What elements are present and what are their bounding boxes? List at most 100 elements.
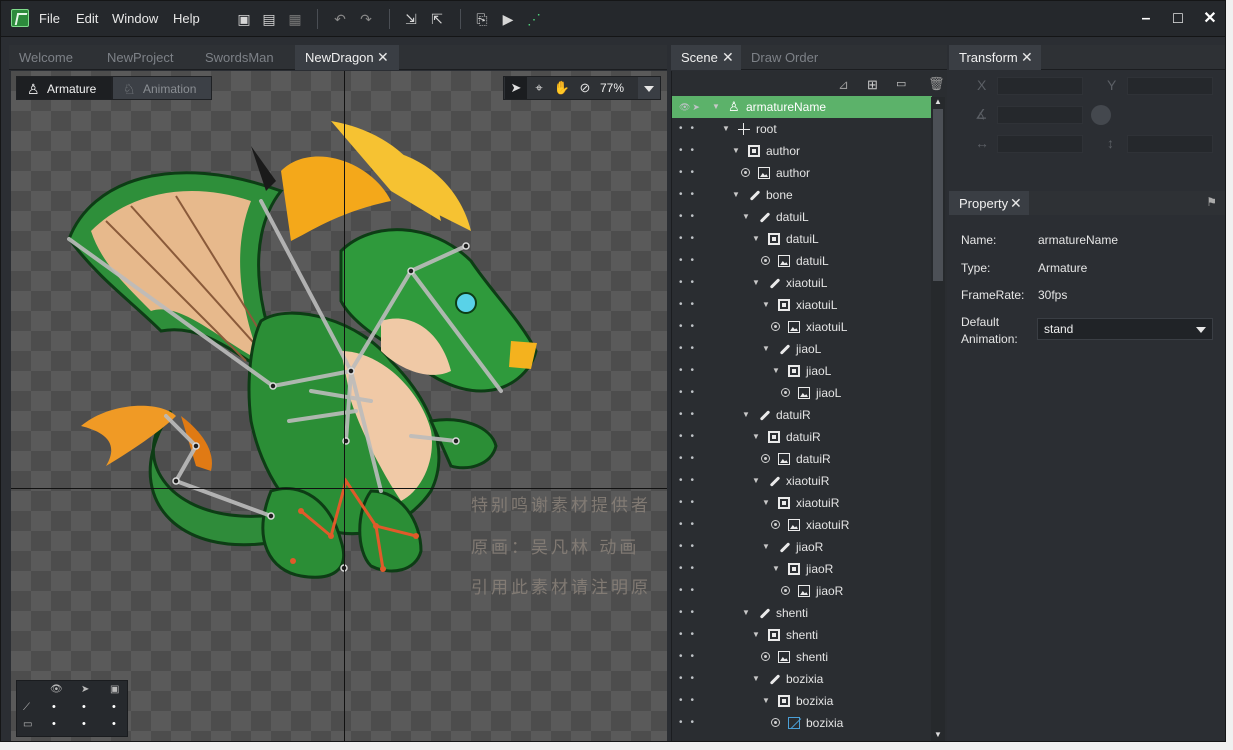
visibility-dots[interactable]: ••	[679, 272, 703, 294]
visibility-dots[interactable]: ••	[679, 470, 703, 492]
lock-toggle[interactable]: •	[112, 701, 116, 713]
visibility-dots[interactable]: ••	[679, 448, 703, 470]
expand-arrow-icon[interactable]: ▼	[762, 492, 770, 514]
expand-arrow-icon[interactable]: ▼	[772, 360, 780, 382]
tab-newproject[interactable]: NewProject	[97, 45, 197, 70]
visibility-dots[interactable]: ••	[679, 558, 703, 580]
armature-mode-button[interactable]: ♙ Armature	[16, 76, 112, 100]
default-animation-select[interactable]: stand	[1037, 318, 1213, 340]
scene-tree-row[interactable]: •• jiaoR	[672, 580, 932, 602]
y-input[interactable]	[1127, 77, 1213, 95]
expand-arrow-icon[interactable]: ▼	[742, 404, 750, 426]
display-target-icon[interactable]	[781, 586, 790, 595]
expand-arrow-icon[interactable]: ▼	[712, 96, 720, 118]
open-folder-icon[interactable]: ▤	[260, 11, 278, 27]
scrollbar-thumb[interactable]	[933, 109, 943, 281]
scene-tree-row[interactable]: •• ▼ bozixia	[672, 668, 932, 690]
menu-file[interactable]: File	[39, 1, 60, 37]
expand-arrow-icon[interactable]: ▼	[762, 536, 770, 558]
tab-draw-order[interactable]: Draw Order	[741, 45, 841, 70]
close-tab-icon[interactable]: ✕	[1021, 45, 1035, 70]
visibility-dots[interactable]: ••	[679, 338, 703, 360]
new-file-icon[interactable]: ▣	[235, 11, 253, 27]
visibility-dots[interactable]: ••	[679, 360, 703, 382]
save-icon[interactable]: ▦	[286, 11, 304, 27]
transform-icon[interactable]: ⌖	[528, 77, 550, 99]
visibility-dots[interactable]: ••	[679, 426, 703, 448]
scene-tree-row[interactable]: •• ▼ xiaotuiL	[672, 272, 932, 294]
expand-arrow-icon[interactable]: ▼	[732, 140, 740, 162]
tab-swordsman[interactable]: SwordsMan	[195, 45, 295, 70]
visibility-dots[interactable]: ••	[679, 536, 703, 558]
hand-icon[interactable]: ✋	[551, 77, 573, 99]
visibility-dots[interactable]: ••	[679, 316, 703, 338]
close-tab-icon[interactable]: ✕	[377, 45, 391, 70]
menu-window[interactable]: Window	[112, 1, 158, 37]
display-target-icon[interactable]	[771, 718, 780, 727]
undo-icon[interactable]: ↶	[331, 11, 349, 27]
rename-icon[interactable]: ▭	[896, 77, 906, 90]
scale-y-input[interactable]	[1127, 135, 1213, 153]
visibility-dots[interactable]: ••	[679, 690, 703, 712]
expand-arrow-icon[interactable]: ▼	[752, 668, 760, 690]
maximize-icon[interactable]: □	[1164, 7, 1192, 31]
zoom-dropdown-button[interactable]	[638, 77, 660, 99]
scene-tree-row[interactable]: •• ▼ root	[672, 118, 932, 140]
scene-tree-row[interactable]: •• ▼ bone	[672, 184, 932, 206]
tab-transform[interactable]: Transform ✕	[949, 45, 1041, 70]
framerate-value[interactable]: 30fps	[1038, 288, 1067, 302]
close-window-icon[interactable]: ✕	[1196, 7, 1224, 31]
scene-tree-row[interactable]: •• bozixia	[672, 712, 932, 734]
selectable-toggle[interactable]: •	[82, 718, 86, 730]
export-icon[interactable]: ⇱	[428, 11, 446, 27]
publish-icon[interactable]: ⎘	[473, 11, 491, 27]
expand-arrow-icon[interactable]: ▼	[732, 184, 740, 206]
expand-arrow-icon[interactable]: ▼	[742, 206, 750, 228]
display-target-icon[interactable]	[761, 454, 770, 463]
scene-tree-row[interactable]: •• datuiL	[672, 250, 932, 272]
scene-tree-row[interactable]: •• ▼ bozixia	[672, 690, 932, 712]
scale-x-input[interactable]	[997, 135, 1083, 153]
visibility-dots[interactable]: ••	[679, 382, 703, 404]
rotation-input[interactable]	[997, 106, 1083, 124]
scene-tree-row[interactable]: •• jiaoL	[672, 382, 932, 404]
panel-options-icon[interactable]: ⚑	[1206, 195, 1217, 209]
zoom-level[interactable]: 77%	[600, 77, 624, 99]
scene-tree-row[interactable]: •• ▼ datuiL	[672, 228, 932, 250]
scene-tree-row[interactable]: •• ▼ datuiR	[672, 426, 932, 448]
lock-icon[interactable]: ▣	[110, 684, 119, 695]
eye-icon[interactable]: 👁	[50, 684, 63, 695]
display-target-icon[interactable]	[771, 322, 780, 331]
expand-arrow-icon[interactable]: ▼	[722, 118, 730, 140]
name-value[interactable]: armatureName	[1038, 233, 1118, 247]
animation-mode-button[interactable]: ♘ Animation	[112, 76, 212, 100]
import-icon[interactable]: ⇲	[402, 11, 420, 27]
scene-tree-row[interactable]: •• datuiR	[672, 448, 932, 470]
visibility-dots[interactable]: ••	[679, 206, 703, 228]
scroll-down-icon[interactable]: ▼	[934, 730, 942, 739]
visibility-dots[interactable]: ••	[679, 712, 703, 734]
add-bone-icon[interactable]: ⊿	[838, 77, 849, 93]
scene-tree-row[interactable]: •• ▼ jiaoL	[672, 360, 932, 382]
scene-tree-row[interactable]: •• shenti	[672, 646, 932, 668]
visibility-dots[interactable]: ••	[679, 228, 703, 250]
preview-icon[interactable]: ▶	[499, 11, 517, 27]
scene-tree-row[interactable]: 👁➤ ▼ ♙ armatureName	[672, 96, 932, 118]
visibility-dots[interactable]: ••	[679, 140, 703, 162]
expand-arrow-icon[interactable]: ▼	[762, 690, 770, 712]
scene-tree-row[interactable]: •• ▼ shenti	[672, 602, 932, 624]
visibility-dots[interactable]: ••	[679, 580, 703, 602]
display-target-icon[interactable]	[761, 256, 770, 265]
expand-arrow-icon[interactable]: ▼	[752, 624, 760, 646]
menu-help[interactable]: Help	[173, 1, 200, 37]
display-target-icon[interactable]	[741, 168, 750, 177]
scene-tree-row[interactable]: •• ▼ xiaotuiR	[672, 470, 932, 492]
scene-tree-row[interactable]: •• xiaotuiL	[672, 316, 932, 338]
expand-arrow-icon[interactable]: ▼	[752, 426, 760, 448]
scroll-up-icon[interactable]: ▲	[934, 97, 942, 106]
select-arrow-icon[interactable]: ➤	[505, 77, 527, 99]
zoom-tool-icon[interactable]: ⊘	[574, 77, 596, 99]
scene-tree-row[interactable]: •• author	[672, 162, 932, 184]
share-icon[interactable]: ⋰	[525, 11, 543, 27]
display-target-icon[interactable]	[761, 652, 770, 661]
